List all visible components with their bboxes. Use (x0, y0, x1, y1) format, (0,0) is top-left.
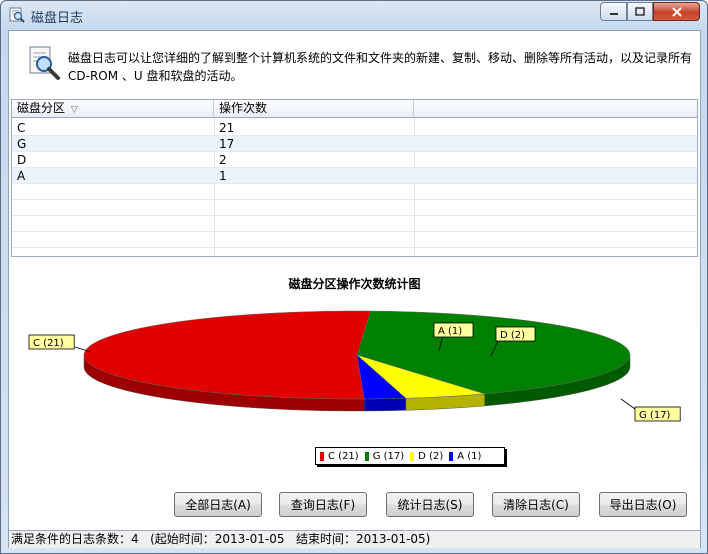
minimize-icon (609, 12, 618, 15)
empty-row (12, 200, 697, 216)
title-bar[interactable]: 磁盘日志 (1, 1, 707, 29)
window-title: 磁盘日志 (31, 11, 84, 26)
svg-text:C (21): C (21) (33, 338, 64, 349)
svg-text:G (17): G (17) (639, 410, 671, 421)
pie-chart-area: 磁盘分区操作次数统计图 C (21) G (17) D (2) A (1) (11, 259, 698, 467)
table-row[interactable]: D 2 (12, 152, 697, 168)
chart-legend: C (21) G (17) D (2) A (1) (315, 447, 505, 465)
disk-log-window: 磁盘日志 磁盘日志可以让您详细的了解到整个计算机系统的文件和文件夹的新建、复制、… (0, 0, 708, 554)
partition-cell: G (17, 137, 27, 151)
slice-callout-D: D (2) (495, 326, 536, 342)
table-row[interactable]: G 17 (12, 136, 697, 152)
table-row[interactable]: A 1 (12, 168, 697, 184)
callout-line (620, 398, 636, 410)
count-cell: 21 (219, 121, 235, 135)
legend-item: A (1) (449, 451, 481, 462)
count-cell: 2 (219, 153, 227, 167)
column-header-partition[interactable]: 磁盘分区 ▽ (12, 100, 214, 117)
legend-swatch (449, 451, 454, 461)
stats-logs-button[interactable]: 统计日志(S) (386, 492, 474, 517)
count-cell: 1 (219, 169, 227, 183)
magnifier-app-icon (9, 7, 25, 23)
maximize-button[interactable] (627, 2, 653, 21)
column-header-count[interactable]: 操作次数 (214, 100, 414, 117)
column-label: 操作次数 (219, 101, 268, 115)
partition-cell: C (17, 121, 26, 135)
partition-table[interactable]: 磁盘分区 ▽ 操作次数 C 21 G 17 D 2 A 1 (11, 99, 698, 257)
export-logs-button[interactable]: 导出日志(O) (599, 492, 687, 517)
status-text: 满足条件的日志条数：4 (起始时间：2013-01-05 结束时间：2013-0… (11, 532, 431, 546)
close-icon (671, 6, 682, 17)
partition-cell: A (17, 169, 26, 183)
svg-text:D (2): D (2) (500, 330, 525, 341)
sort-icon: ▽ (70, 105, 78, 115)
legend-label: G (17) (372, 450, 405, 462)
slice-callout-G: G (17) (634, 406, 681, 422)
legend-label: C (21) (328, 450, 359, 462)
legend-item: D (2) (410, 451, 443, 462)
legend-label: D (2) (418, 450, 444, 462)
table-row[interactable]: C 21 (12, 120, 697, 136)
close-button[interactable] (653, 2, 700, 21)
empty-row (12, 216, 697, 232)
table-header: 磁盘分区 ▽ 操作次数 (12, 100, 697, 118)
status-bar: 满足条件的日志条数：4 (起始时间：2013-01-05 结束时间：2013-0… (9, 530, 700, 548)
slice-callout-C: C (21) (28, 334, 75, 350)
slice-callout-A: A (1) (433, 322, 474, 338)
pie-chart: C (21) G (17) D (2) A (1) (28, 310, 681, 422)
empty-row (12, 184, 697, 200)
legend-swatch (410, 451, 415, 461)
count-cell: 17 (219, 137, 235, 151)
column-label: 磁盘分区 (17, 101, 66, 115)
query-logs-button[interactable]: 查询日志(F) (279, 492, 367, 517)
legend-item: G (17) (364, 450, 405, 462)
maximize-icon (635, 7, 645, 16)
svg-text:A (1): A (1) (438, 326, 462, 337)
description-text: 磁盘日志可以让您详细的了解到整个计算机系统的文件和文件夹的新建、复制、移动、删除… (68, 51, 693, 83)
client-area: 磁盘日志可以让您详细的了解到整个计算机系统的文件和文件夹的新建、复制、移动、删除… (8, 30, 701, 548)
legend-item: C (21) (320, 451, 359, 462)
minimize-button[interactable] (600, 2, 627, 21)
pie-slice-side (364, 398, 407, 412)
clear-logs-button[interactable]: 清除日志(C) (492, 492, 580, 517)
empty-row (12, 232, 697, 248)
disk-log-search-icon (29, 46, 60, 80)
legend-swatch (320, 451, 324, 461)
partition-cell: D (17, 153, 27, 167)
legend-swatch (364, 451, 369, 461)
legend-label: A (1) (457, 450, 482, 462)
all-logs-button[interactable]: 全部日志(A) (174, 492, 262, 517)
